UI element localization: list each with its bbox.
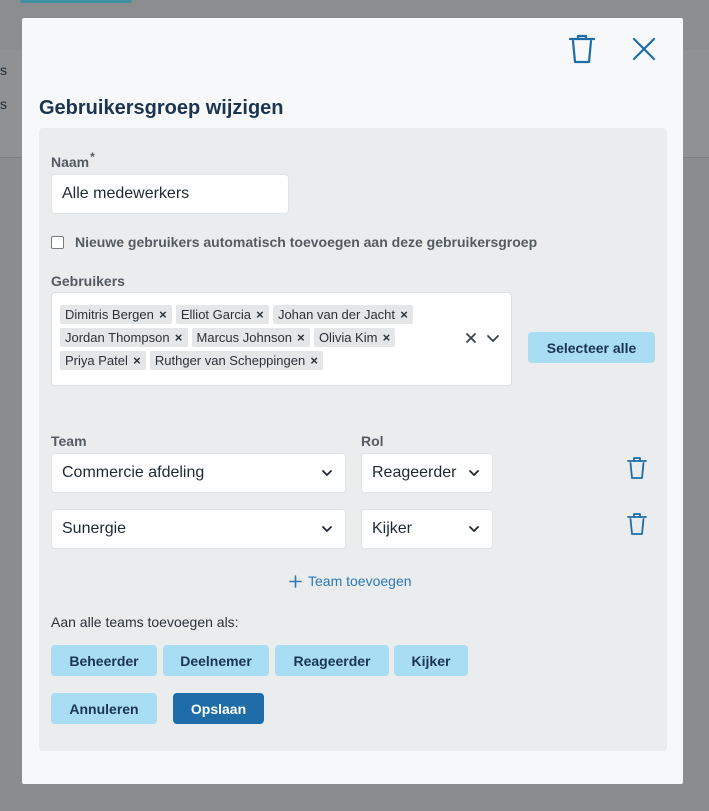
remove-user-x-icon[interactable]: ×: [305, 353, 323, 368]
user-chip-label: Ruthger van Scheppingen: [154, 353, 306, 368]
edit-usergroup-dialog: Gebruikersgroep wijzigen Naam* Nieuwe ge…: [22, 18, 683, 784]
delete-group-trash-icon[interactable]: [567, 33, 597, 65]
plus-icon: [289, 574, 302, 588]
name-label: Naam*: [51, 150, 95, 170]
close-dialog-close-icon[interactable]: [630, 35, 658, 63]
add-all-beheerder-button[interactable]: Beheerder: [51, 645, 157, 676]
background-button: [20, 0, 132, 3]
background-text-fragment: s: [0, 96, 7, 112]
user-chips: Dimitris Bergen × Elliot Garcia × Johan va…: [60, 305, 455, 374]
remove-team-trash-icon[interactable]: [626, 456, 648, 480]
remove-user-x-icon[interactable]: ×: [395, 307, 413, 322]
add-all-deelnemer-button[interactable]: Deelnemer: [163, 645, 269, 676]
chevron-down-icon: [322, 526, 332, 532]
user-chip: Ruthger van Scheppingen ×: [149, 351, 324, 370]
team-select[interactable]: Sunergie: [51, 509, 346, 549]
name-label-text: Naam: [51, 154, 90, 170]
user-chip-label: Johan van der Jacht: [277, 307, 396, 322]
remove-user-x-icon[interactable]: ×: [128, 353, 146, 368]
chevron-down-icon: [322, 470, 332, 476]
background-text-fragment: s: [0, 62, 7, 78]
required-asterisk: *: [90, 150, 95, 164]
remove-team-trash-icon[interactable]: [626, 512, 648, 536]
user-chip: Olivia Kim ×: [313, 328, 396, 347]
user-chip-label: Jordan Thompson: [65, 330, 170, 345]
select-all-button[interactable]: Selecteer alle: [528, 332, 655, 363]
users-label: Gebruikers: [51, 273, 125, 289]
chevron-down-icon: [469, 470, 479, 476]
team-select-value: Sunergie: [62, 520, 127, 537]
users-multiselect[interactable]: Dimitris Bergen × Elliot Garcia × Johan va…: [51, 292, 512, 386]
auto-add-checkbox[interactable]: [51, 235, 64, 249]
remove-user-x-icon[interactable]: ×: [170, 330, 188, 345]
clear-users-x-icon[interactable]: [464, 331, 478, 345]
user-chip: Priya Patel ×: [60, 351, 146, 370]
user-chip: Elliot Garcia ×: [175, 305, 269, 324]
user-chip: Jordan Thompson ×: [60, 328, 188, 347]
user-chip: Johan van der Jacht ×: [272, 305, 414, 324]
user-chip-label: Marcus Johnson: [196, 330, 292, 345]
team-select-value: Commercie afdeling: [62, 464, 205, 481]
cancel-button[interactable]: Annuleren: [51, 693, 157, 724]
add-all-reageerder-button[interactable]: Reageerder: [275, 645, 389, 676]
remove-user-x-icon[interactable]: ×: [251, 307, 269, 322]
auto-add-row: Nieuwe gebruikers automatisch toevoegen …: [51, 234, 537, 250]
add-team-link[interactable]: Team toevoegen: [289, 573, 412, 589]
remove-user-x-icon[interactable]: ×: [154, 307, 172, 322]
team-column-label: Team: [51, 433, 87, 449]
save-button[interactable]: Opslaan: [173, 693, 264, 724]
user-chip-label: Olivia Kim: [318, 330, 378, 345]
add-team-label: Team toevoegen: [308, 573, 412, 589]
remove-user-x-icon[interactable]: ×: [377, 330, 395, 345]
dialog-title: Gebruikersgroep wijzigen: [39, 97, 284, 119]
role-select[interactable]: Kijker: [361, 509, 493, 549]
form-panel: Naam* Nieuwe gebruikers automatisch toev…: [39, 128, 667, 751]
user-chip-label: Priya Patel: [65, 353, 128, 368]
remove-user-x-icon[interactable]: ×: [292, 330, 310, 345]
role-select-value: Kijker: [372, 520, 413, 537]
name-input[interactable]: [51, 174, 289, 214]
team-select[interactable]: Commercie afdeling: [51, 453, 346, 493]
user-chip: Marcus Johnson ×: [191, 328, 310, 347]
add-to-all-teams-label: Aan alle teams toevoegen als:: [51, 614, 239, 630]
auto-add-label[interactable]: Nieuwe gebruikers automatisch toevoegen …: [75, 234, 537, 250]
role-column-label: Rol: [361, 433, 384, 449]
user-chip: Dimitris Bergen ×: [60, 305, 172, 324]
role-select-value: Reageerder: [372, 464, 457, 481]
users-chevron-down-icon[interactable]: [486, 332, 500, 344]
add-all-kijker-button[interactable]: Kijker: [394, 645, 468, 676]
user-chip-label: Elliot Garcia: [180, 307, 251, 322]
chevron-down-icon: [469, 526, 479, 532]
user-chip-label: Dimitris Bergen: [65, 307, 154, 322]
role-select[interactable]: Reageerder: [361, 453, 493, 493]
